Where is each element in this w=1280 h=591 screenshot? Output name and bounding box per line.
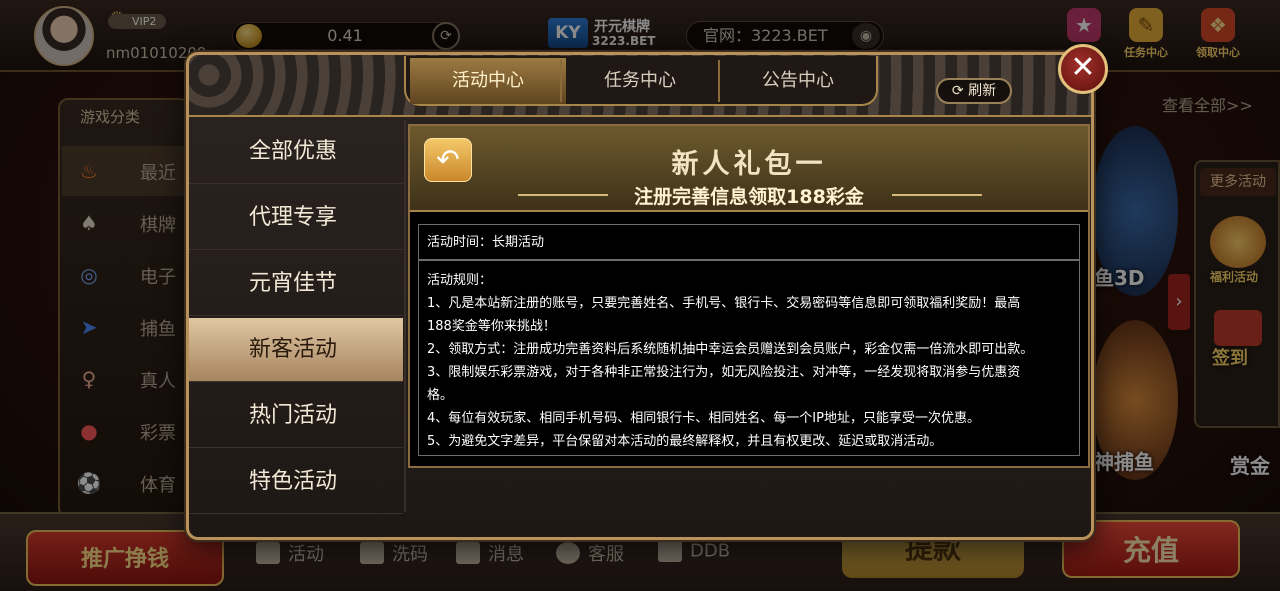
rules-line: 5、为避免文字差异，平台保留对本活动的最终解释权，并且有权更改、延迟或取消活动。 [427,434,943,449]
detail-title: 新人礼包一 [671,149,827,180]
activity-rules: 活动规则： 1、凡是本站新注册的账号，只要完善姓名、手机号、银行卡、交易密码等信… [418,260,1080,456]
close-icon[interactable]: ✕ [1058,44,1108,94]
tab-task-center[interactable]: 任务中心 [562,58,718,104]
menu-item-new-customer[interactable]: 新客活动 [189,318,403,382]
rules-line: 格。 [427,388,454,403]
rules-line: 2、领取方式：注册成功完善资料后系统随机抽中幸运会员赠送到会员账户，彩金仅需一倍… [427,342,1034,357]
menu-item-special-activities[interactable]: 特色活动 [189,450,403,514]
tab-activity-center[interactable]: 活动中心 [410,58,566,104]
rules-line: 3、限制娱乐彩票游戏，对于各种非正常投注行为，如无风险投注、对冲等，一经发现将取… [427,365,1021,380]
activity-time: 活动时间：长期活动 [418,224,1080,260]
refresh-label: 刷新 [968,83,997,99]
refresh-icon: ⟳ [951,83,964,99]
refresh-button[interactable]: ⟳ 刷新 [936,78,1012,104]
rules-line: 188奖金等你来挑战！ [427,319,556,334]
menu-item-agent[interactable]: 代理专享 [189,186,403,250]
rules-line: 1、凡是本站新注册的账号，只要完善姓名、手机号、银行卡、交易密码等信息即可领取福… [427,296,1021,311]
detail-subtitle: 注册完善信息领取188彩金 [634,186,864,208]
rules-line: 活动规则： [427,273,493,288]
menu-item-hot-activities[interactable]: 热门活动 [189,384,403,448]
menu-item-lantern-festival[interactable]: 元宵佳节 [189,252,403,316]
rules-line: 4、每位有效玩家、相同手机号码、相同银行卡、相同姓名、每一个IP地址，只能享受一… [427,411,980,426]
subtitle-decor-right [892,194,982,196]
tab-announcement-center[interactable]: 公告中心 [720,58,876,104]
menu-divider [404,120,406,512]
menu-item-all-offers[interactable]: 全部优惠 [189,120,403,184]
